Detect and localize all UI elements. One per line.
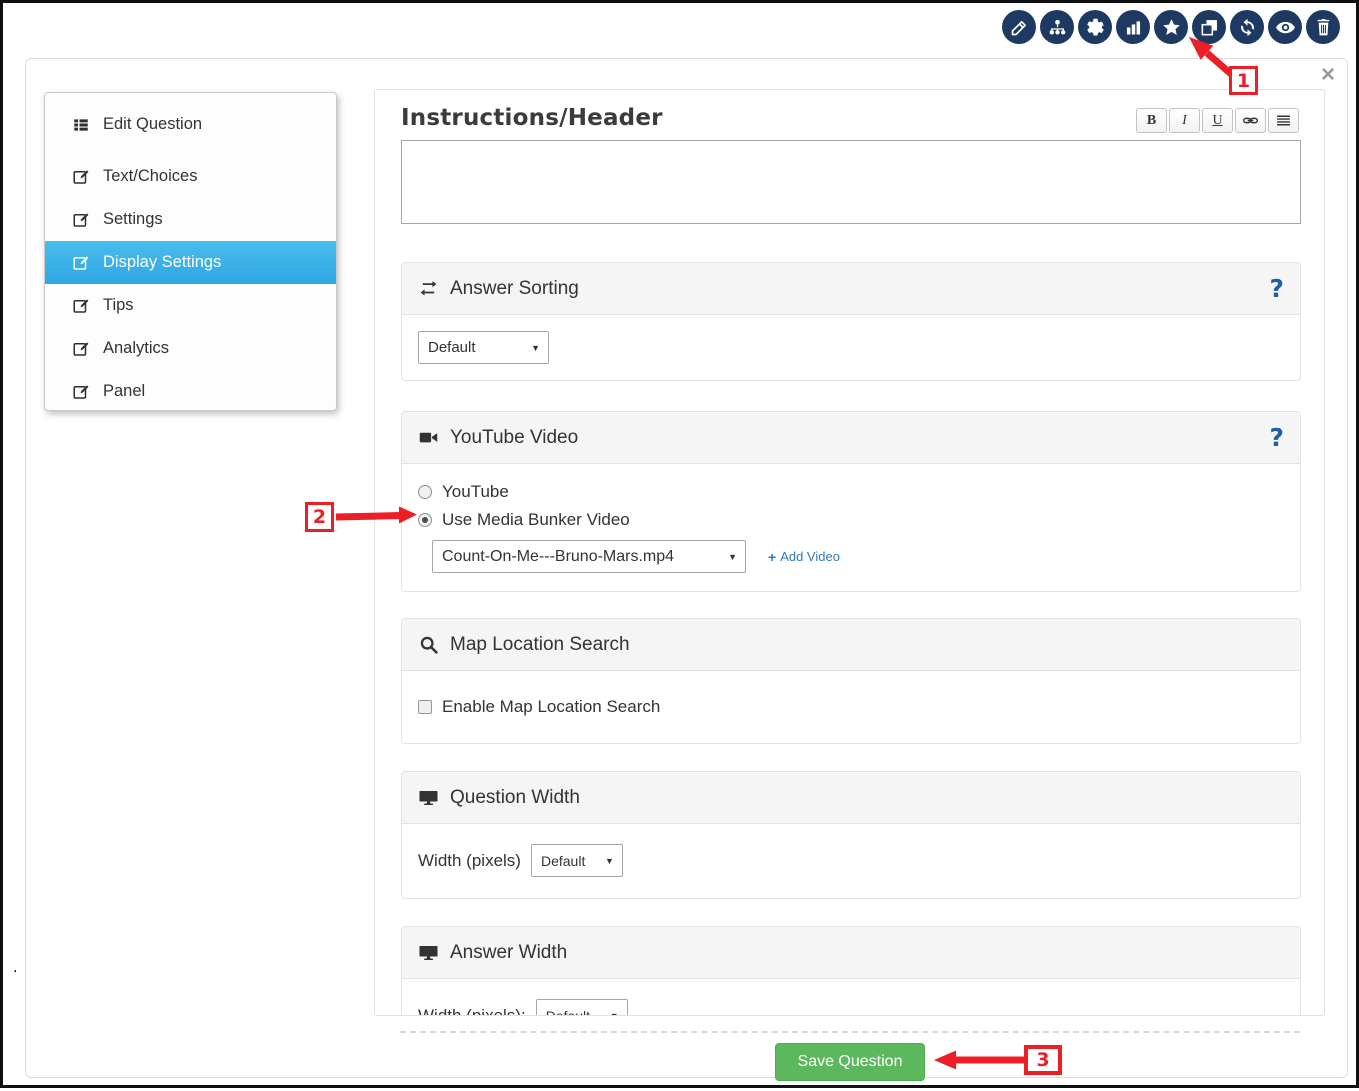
edit-question-modal: × Edit Question Text/Choices Settings Di… (25, 58, 1348, 1078)
link-icon (1242, 112, 1259, 129)
close-icon[interactable]: × (1321, 61, 1335, 89)
monitor-icon (418, 787, 439, 808)
justify-icon (1275, 112, 1292, 129)
sidebar-item-label: Panel (103, 382, 145, 401)
video-camera-icon (418, 427, 439, 448)
section-question-width: Question Width Width (pixels) Default (401, 771, 1301, 899)
app-window: × Edit Question Text/Choices Settings Di… (0, 0, 1359, 1088)
search-icon (418, 634, 439, 655)
sidebar-item-tips[interactable]: Tips (45, 284, 336, 327)
plus-icon: + (768, 549, 776, 565)
display-settings-panel: Instructions/Header B I U (374, 89, 1325, 1016)
monitor-icon (418, 942, 439, 963)
answer-width-select[interactable]: Default (536, 999, 628, 1016)
copy-icon[interactable] (1192, 10, 1226, 44)
section-title: Question Width (450, 787, 580, 809)
section-title: Answer Width (450, 942, 567, 964)
sidebar-item-label: Analytics (103, 339, 169, 358)
radio-label[interactable]: Use Media Bunker Video (442, 510, 630, 530)
question-toolbar (1002, 10, 1340, 44)
enable-map-search-checkbox-row[interactable]: Enable Map Location Search (418, 691, 1284, 723)
add-video-link[interactable]: + Add Video (768, 549, 840, 565)
sidebar-item-label: Edit Question (103, 115, 202, 134)
bar-chart-icon[interactable] (1116, 10, 1150, 44)
width-pixels-label: Width (pixels) (418, 851, 521, 871)
underline-button[interactable]: U (1202, 108, 1233, 133)
link-button[interactable] (1235, 108, 1266, 133)
sidebar-item-panel[interactable]: Panel (45, 370, 336, 411)
pencil-square-icon (72, 211, 90, 229)
sidebar-item-analytics[interactable]: Analytics (45, 327, 336, 370)
exchange-icon (418, 278, 439, 299)
sidebar-item-label: Settings (103, 210, 163, 229)
pencil-square-icon (72, 168, 90, 186)
eye-icon[interactable] (1268, 10, 1302, 44)
sidebar-item-edit-question[interactable]: Edit Question (45, 103, 336, 146)
radio-label[interactable]: YouTube (442, 482, 509, 502)
sidebar-item-label: Tips (103, 296, 134, 315)
radio-youtube[interactable]: YouTube (418, 478, 1284, 506)
checkbox-label[interactable]: Enable Map Location Search (442, 697, 660, 717)
section-map-location-search: Map Location Search Enable Map Location … (401, 618, 1301, 744)
page-title: Instructions/Header (401, 105, 663, 131)
italic-button[interactable]: I (1169, 108, 1200, 133)
section-youtube-video: YouTube Video ? YouTube Use Media Bunker… (401, 411, 1301, 592)
star-icon[interactable] (1154, 10, 1188, 44)
checkbox-icon[interactable] (418, 700, 432, 714)
list-icon (72, 116, 90, 134)
refresh-icon[interactable] (1230, 10, 1264, 44)
sidebar-item-label: Display Settings (103, 253, 221, 272)
question-width-select[interactable]: Default (531, 844, 623, 877)
answer-sorting-select[interactable]: Default (418, 331, 549, 364)
section-answer-width: Answer Width Width (pixels): Default (401, 926, 1301, 1016)
width-pixels-label: Width (pixels): (418, 1006, 526, 1017)
radio-icon[interactable] (418, 513, 432, 527)
section-answer-sorting: Answer Sorting ? Default (401, 262, 1301, 381)
sidebar-item-display-settings[interactable]: Display Settings (45, 241, 336, 284)
trash-icon[interactable] (1306, 10, 1340, 44)
sitemap-icon[interactable] (1040, 10, 1074, 44)
section-title: Map Location Search (450, 634, 630, 656)
save-row: Save Question (400, 1031, 1300, 1081)
sidebar: Edit Question Text/Choices Settings Disp… (44, 92, 337, 411)
gear-icon[interactable] (1078, 10, 1112, 44)
help-icon[interactable]: ? (1269, 274, 1284, 303)
section-title: Answer Sorting (450, 278, 579, 300)
pencil-square-icon (72, 297, 90, 315)
pencil-icon[interactable] (1002, 10, 1036, 44)
sidebar-item-settings[interactable]: Settings (45, 198, 336, 241)
sidebar-item-text-choices[interactable]: Text/Choices (45, 155, 336, 198)
pencil-square-icon (72, 254, 90, 272)
instructions-textarea[interactable] (401, 140, 1301, 224)
save-question-button[interactable]: Save Question (775, 1043, 926, 1081)
help-icon[interactable]: ? (1269, 423, 1284, 452)
radio-icon[interactable] (418, 485, 432, 499)
justify-button[interactable] (1268, 108, 1299, 133)
bold-button[interactable]: B (1136, 108, 1167, 133)
radio-media-bunker[interactable]: Use Media Bunker Video (418, 506, 1284, 534)
sidebar-item-label: Text/Choices (103, 167, 197, 186)
media-bunker-video-select[interactable]: Count-On-Me---Bruno-Mars.mp4 (432, 540, 746, 573)
pencil-square-icon (72, 340, 90, 358)
section-title: YouTube Video (450, 427, 578, 449)
pencil-square-icon (72, 383, 90, 401)
format-toolbar: B I U (1136, 108, 1299, 133)
stray-dot: . (13, 959, 17, 977)
